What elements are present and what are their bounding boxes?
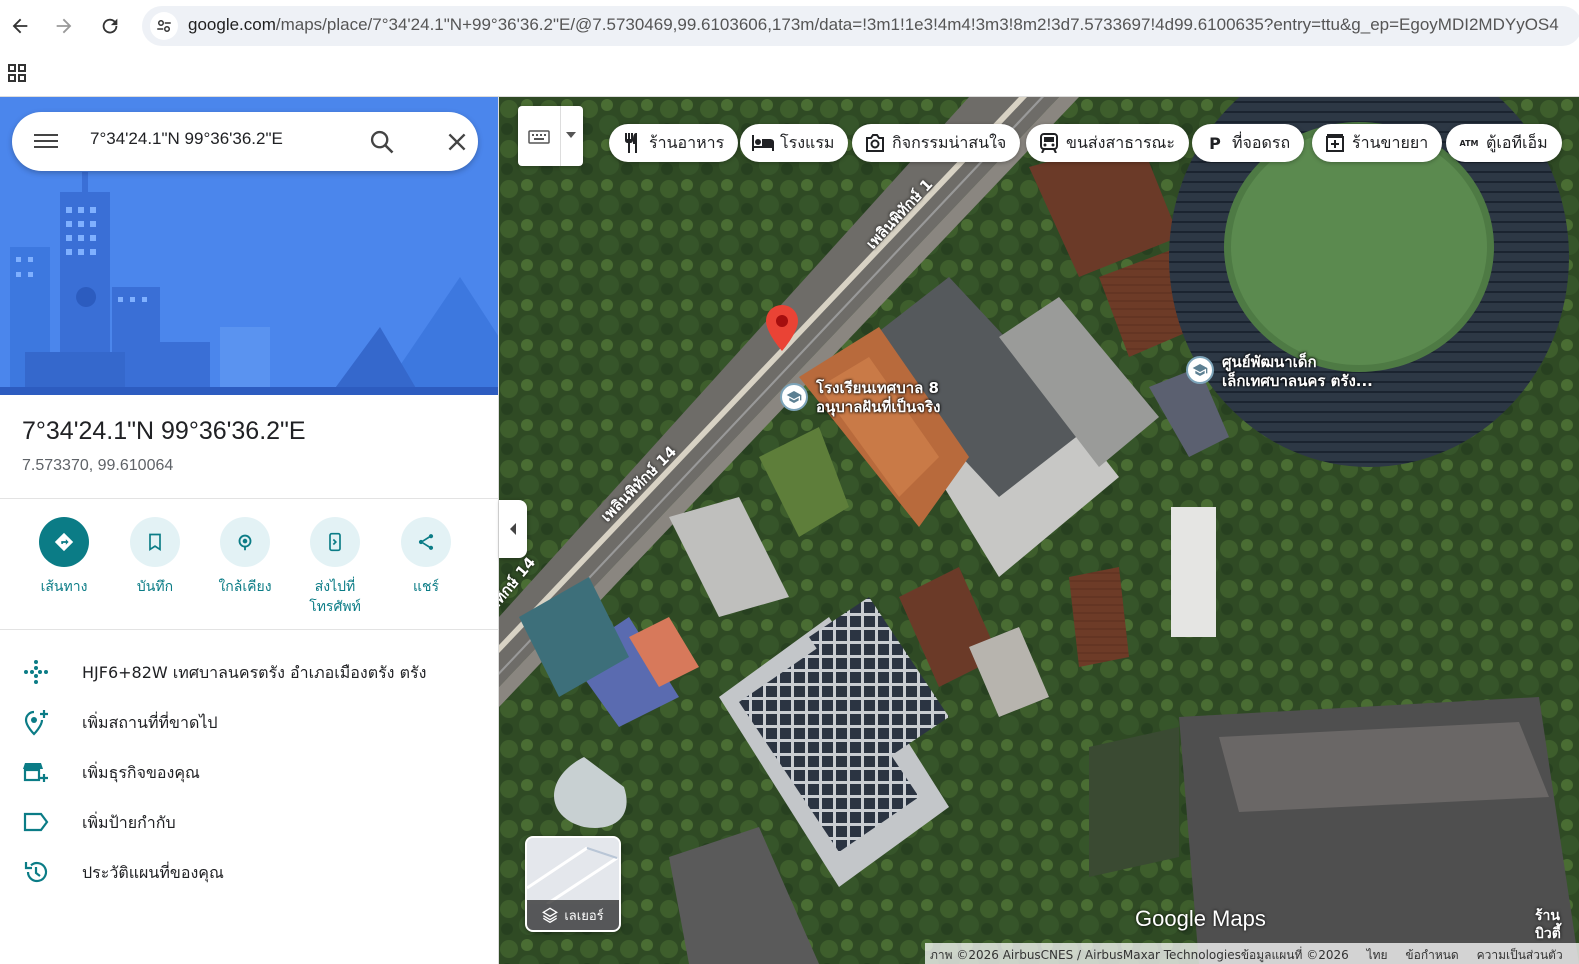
add-business-row[interactable]: เพิ่มธุรกิจของคุณ <box>0 752 498 792</box>
close-icon[interactable] <box>444 129 470 155</box>
add-missing-place-row[interactable]: เพิ่มสถานที่ที่ขาดไป <box>0 702 498 742</box>
add-business-icon <box>22 758 50 786</box>
chip-pharmacies[interactable]: ร้านขายยา <box>1312 124 1443 162</box>
nearby-label: ใกล้เคียง <box>218 579 272 595</box>
chip-atms[interactable]: ATM ตู้เอทีเอ็ม <box>1446 124 1562 162</box>
camera-icon <box>864 132 886 154</box>
satellite-map[interactable]: เพลินพิทักษ์ 1 เพลินพิทักษ์ 14 พิทักษ์ 1… <box>499 97 1579 964</box>
site-settings-icon[interactable] <box>150 12 178 40</box>
transit-icon <box>1038 132 1060 154</box>
chip-parking[interactable]: P ที่จอดรถ <box>1192 124 1305 162</box>
nearby-icon <box>220 517 270 567</box>
save-button[interactable]: บันทึก <box>110 517 200 597</box>
divider <box>0 629 498 630</box>
chip-label: โรงแรม <box>780 132 835 152</box>
label-icon <box>22 808 50 836</box>
school-icon[interactable] <box>1186 356 1214 384</box>
add-place-icon <box>22 708 50 736</box>
chevron-down-icon <box>566 132 576 138</box>
chip-label: ขนส่งสาธารณะ <box>1066 132 1175 152</box>
search-icon[interactable] <box>368 128 396 156</box>
layers-button[interactable]: เลเยอร์ <box>525 836 621 932</box>
search-box <box>12 112 478 171</box>
shop-label[interactable]: ร้าน บิวตี้ <box>1535 907 1561 943</box>
url-text: google.com/maps/place/7°34'24.1"N+99°36'… <box>188 15 1559 35</box>
add-label-text: เพิ่มป้ายกำกับ <box>82 813 176 832</box>
send-to-phone-label: ส่งไปที่ โทรศัพท์ <box>309 579 361 615</box>
add-label-row[interactable]: เพิ่มป้ายกำกับ <box>0 802 498 842</box>
add-business-text: เพิ่มธุรกิจของคุณ <box>82 763 200 782</box>
directions-button[interactable]: เส้นทาง <box>19 517 109 597</box>
bookmark-icon <box>130 517 180 567</box>
terms-link[interactable]: ข้อกำหนด <box>1405 948 1458 962</box>
chip-label: ตู้เอทีเอ็ม <box>1486 132 1548 152</box>
chip-label: ร้านอาหาร <box>649 132 725 152</box>
add-missing-place-text: เพิ่มสถานที่ที่ขาดไป <box>82 713 218 732</box>
school-label[interactable]: โรงเรียนเทศบาล 8 อนุบาลฝันที่เป็นจริง <box>816 379 940 417</box>
place-title: 7°34'24.1"N 99°36'36.2"E <box>22 417 306 445</box>
chip-transit[interactable]: ขนส่งสาธารณะ <box>1026 124 1189 162</box>
search-input[interactable] <box>90 129 350 149</box>
bookmarks-bar <box>0 52 1579 97</box>
location-pin-icon[interactable] <box>766 305 798 351</box>
menu-icon[interactable] <box>34 130 58 152</box>
hero-illustration <box>0 97 498 395</box>
pharmacy-icon <box>1324 132 1346 154</box>
language-link[interactable]: ไทย <box>1367 948 1388 962</box>
reload-icon[interactable] <box>94 10 126 42</box>
childcare-center-label[interactable]: ศูนย์พัฒนาเด็ก เล็กเทศบาลนคร ตรัง... <box>1222 353 1373 391</box>
plus-code-text: HJF6+82W เทศบาลนครตรัง อำเภอเมืองตรัง ตร… <box>82 663 427 682</box>
place-panel: 7°34'24.1"N 99°36'36.2"E 7.573370, 99.61… <box>0 97 499 964</box>
atm-icon: ATM <box>1459 138 1479 148</box>
chip-label: ที่จอดรถ <box>1232 132 1291 152</box>
attribution-text: ภาพ ©2026 AirbusCNES / AirbusMaxar Techn… <box>930 948 1349 962</box>
school-icon[interactable] <box>780 383 808 411</box>
apps-grid-icon[interactable] <box>7 63 27 83</box>
browser-toolbar: google.com/maps/place/7°34'24.1"N+99°36'… <box>0 0 1579 52</box>
collapse-panel-button[interactable] <box>499 500 527 558</box>
chip-restaurants[interactable]: ร้านอาหาร <box>609 124 739 162</box>
share-label: แชร์ <box>412 579 440 595</box>
save-label: บันทึก <box>136 579 174 595</box>
send-to-phone-button[interactable]: ส่งไปที่ โทรศัพท์ <box>290 517 380 617</box>
map-attribution: ภาพ ©2026 AirbusCNES / AirbusMaxar Techn… <box>925 943 1579 964</box>
phone-icon <box>310 517 360 567</box>
layers-icon <box>542 907 559 923</box>
address-bar[interactable]: google.com/maps/place/7°34'24.1"N+99°36'… <box>142 6 1579 46</box>
directions-icon <box>39 517 89 567</box>
forward-arrow-icon[interactable] <box>48 10 80 42</box>
history-icon <box>22 858 50 886</box>
map-history-text: ประวัติแผนที่ของคุณ <box>82 863 224 882</box>
map-history-row[interactable]: ประวัติแผนที่ของคุณ <box>0 852 498 892</box>
google-maps-logo: Google Maps <box>1135 906 1266 931</box>
divider <box>0 498 498 499</box>
input-tools-button[interactable] <box>518 106 583 166</box>
chip-hotels[interactable]: โรงแรม <box>740 124 849 162</box>
parking-icon: P <box>1209 133 1221 153</box>
chip-label: กิจกรรมน่าสนใจ <box>892 132 1007 152</box>
share-button[interactable]: แชร์ <box>381 517 471 597</box>
privacy-link[interactable]: ความเป็นส่วนตัว <box>1477 948 1563 962</box>
place-coordinates: 7.573370, 99.610064 <box>22 457 174 474</box>
plus-code-row[interactable]: HJF6+82W เทศบาลนครตรัง อำเภอเมืองตรัง ตร… <box>0 652 498 692</box>
plus-code-icon <box>22 658 50 686</box>
nearby-button[interactable]: ใกล้เคียง <box>200 517 290 597</box>
back-arrow-icon[interactable] <box>4 10 36 42</box>
keyboard-icon <box>528 130 550 144</box>
directions-label: เส้นทาง <box>40 579 88 595</box>
layers-label: เลเยอร์ <box>564 908 604 924</box>
share-icon <box>401 517 451 567</box>
chip-things-to-do[interactable]: กิจกรรมน่าสนใจ <box>852 124 1021 162</box>
url-path: /maps/place/7°34'24.1"N+99°36'36.2"E/@7.… <box>275 15 1559 34</box>
url-host: google.com <box>188 15 276 34</box>
action-bar: เส้นทาง บันทึก ใกล้เคียง ส่งไปที่ โทรศัพ… <box>0 517 498 627</box>
chip-label: ร้านขายยา <box>1352 132 1429 152</box>
hotel-icon <box>752 132 774 154</box>
restaurant-icon <box>621 132 643 154</box>
map-thumbnail <box>527 838 619 906</box>
